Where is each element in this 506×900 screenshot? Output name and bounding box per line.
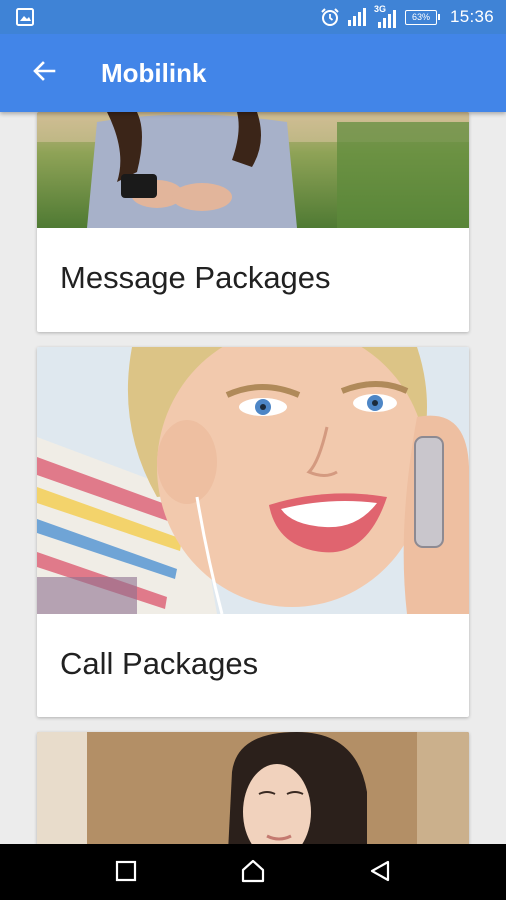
network-signal-icon: 3G bbox=[374, 4, 398, 28]
screen: 3G 63% 15:36 Mobilink Message Packages C… bbox=[0, 0, 506, 900]
clock: 15:36 bbox=[449, 7, 494, 26]
card-call-packages[interactable]: Call Packages bbox=[37, 347, 469, 717]
page-title: Mobilink bbox=[101, 58, 207, 88]
image-notification-icon bbox=[16, 8, 34, 26]
home-button[interactable] bbox=[236, 856, 270, 890]
card-message-packages[interactable]: Message Packages bbox=[37, 112, 469, 332]
package-list: Message Packages Call Packages bbox=[0, 112, 506, 844]
smiling-woman-on-phone-photo bbox=[37, 347, 469, 614]
card-third-package[interactable] bbox=[37, 732, 469, 844]
back-button[interactable] bbox=[24, 53, 64, 93]
square-recents-icon bbox=[115, 860, 137, 887]
triangle-back-icon bbox=[368, 859, 392, 888]
status-bar: 3G 63% 15:36 bbox=[0, 0, 506, 34]
cell-signal-icon bbox=[347, 8, 367, 26]
navigation-bar bbox=[0, 844, 506, 900]
recents-button[interactable] bbox=[109, 856, 143, 890]
woman-texting-on-phone-photo bbox=[37, 112, 469, 228]
alarm-clock-icon bbox=[320, 7, 340, 27]
arrow-left-icon bbox=[32, 59, 56, 88]
woman-with-phone-photo bbox=[37, 732, 469, 844]
home-icon bbox=[240, 858, 266, 889]
card-title: Call Packages bbox=[60, 646, 259, 681]
card-title: Message Packages bbox=[60, 260, 331, 295]
battery-indicator: 63% bbox=[404, 9, 440, 25]
app-bar: Mobilink bbox=[0, 34, 506, 112]
back-nav-button[interactable] bbox=[363, 856, 397, 890]
